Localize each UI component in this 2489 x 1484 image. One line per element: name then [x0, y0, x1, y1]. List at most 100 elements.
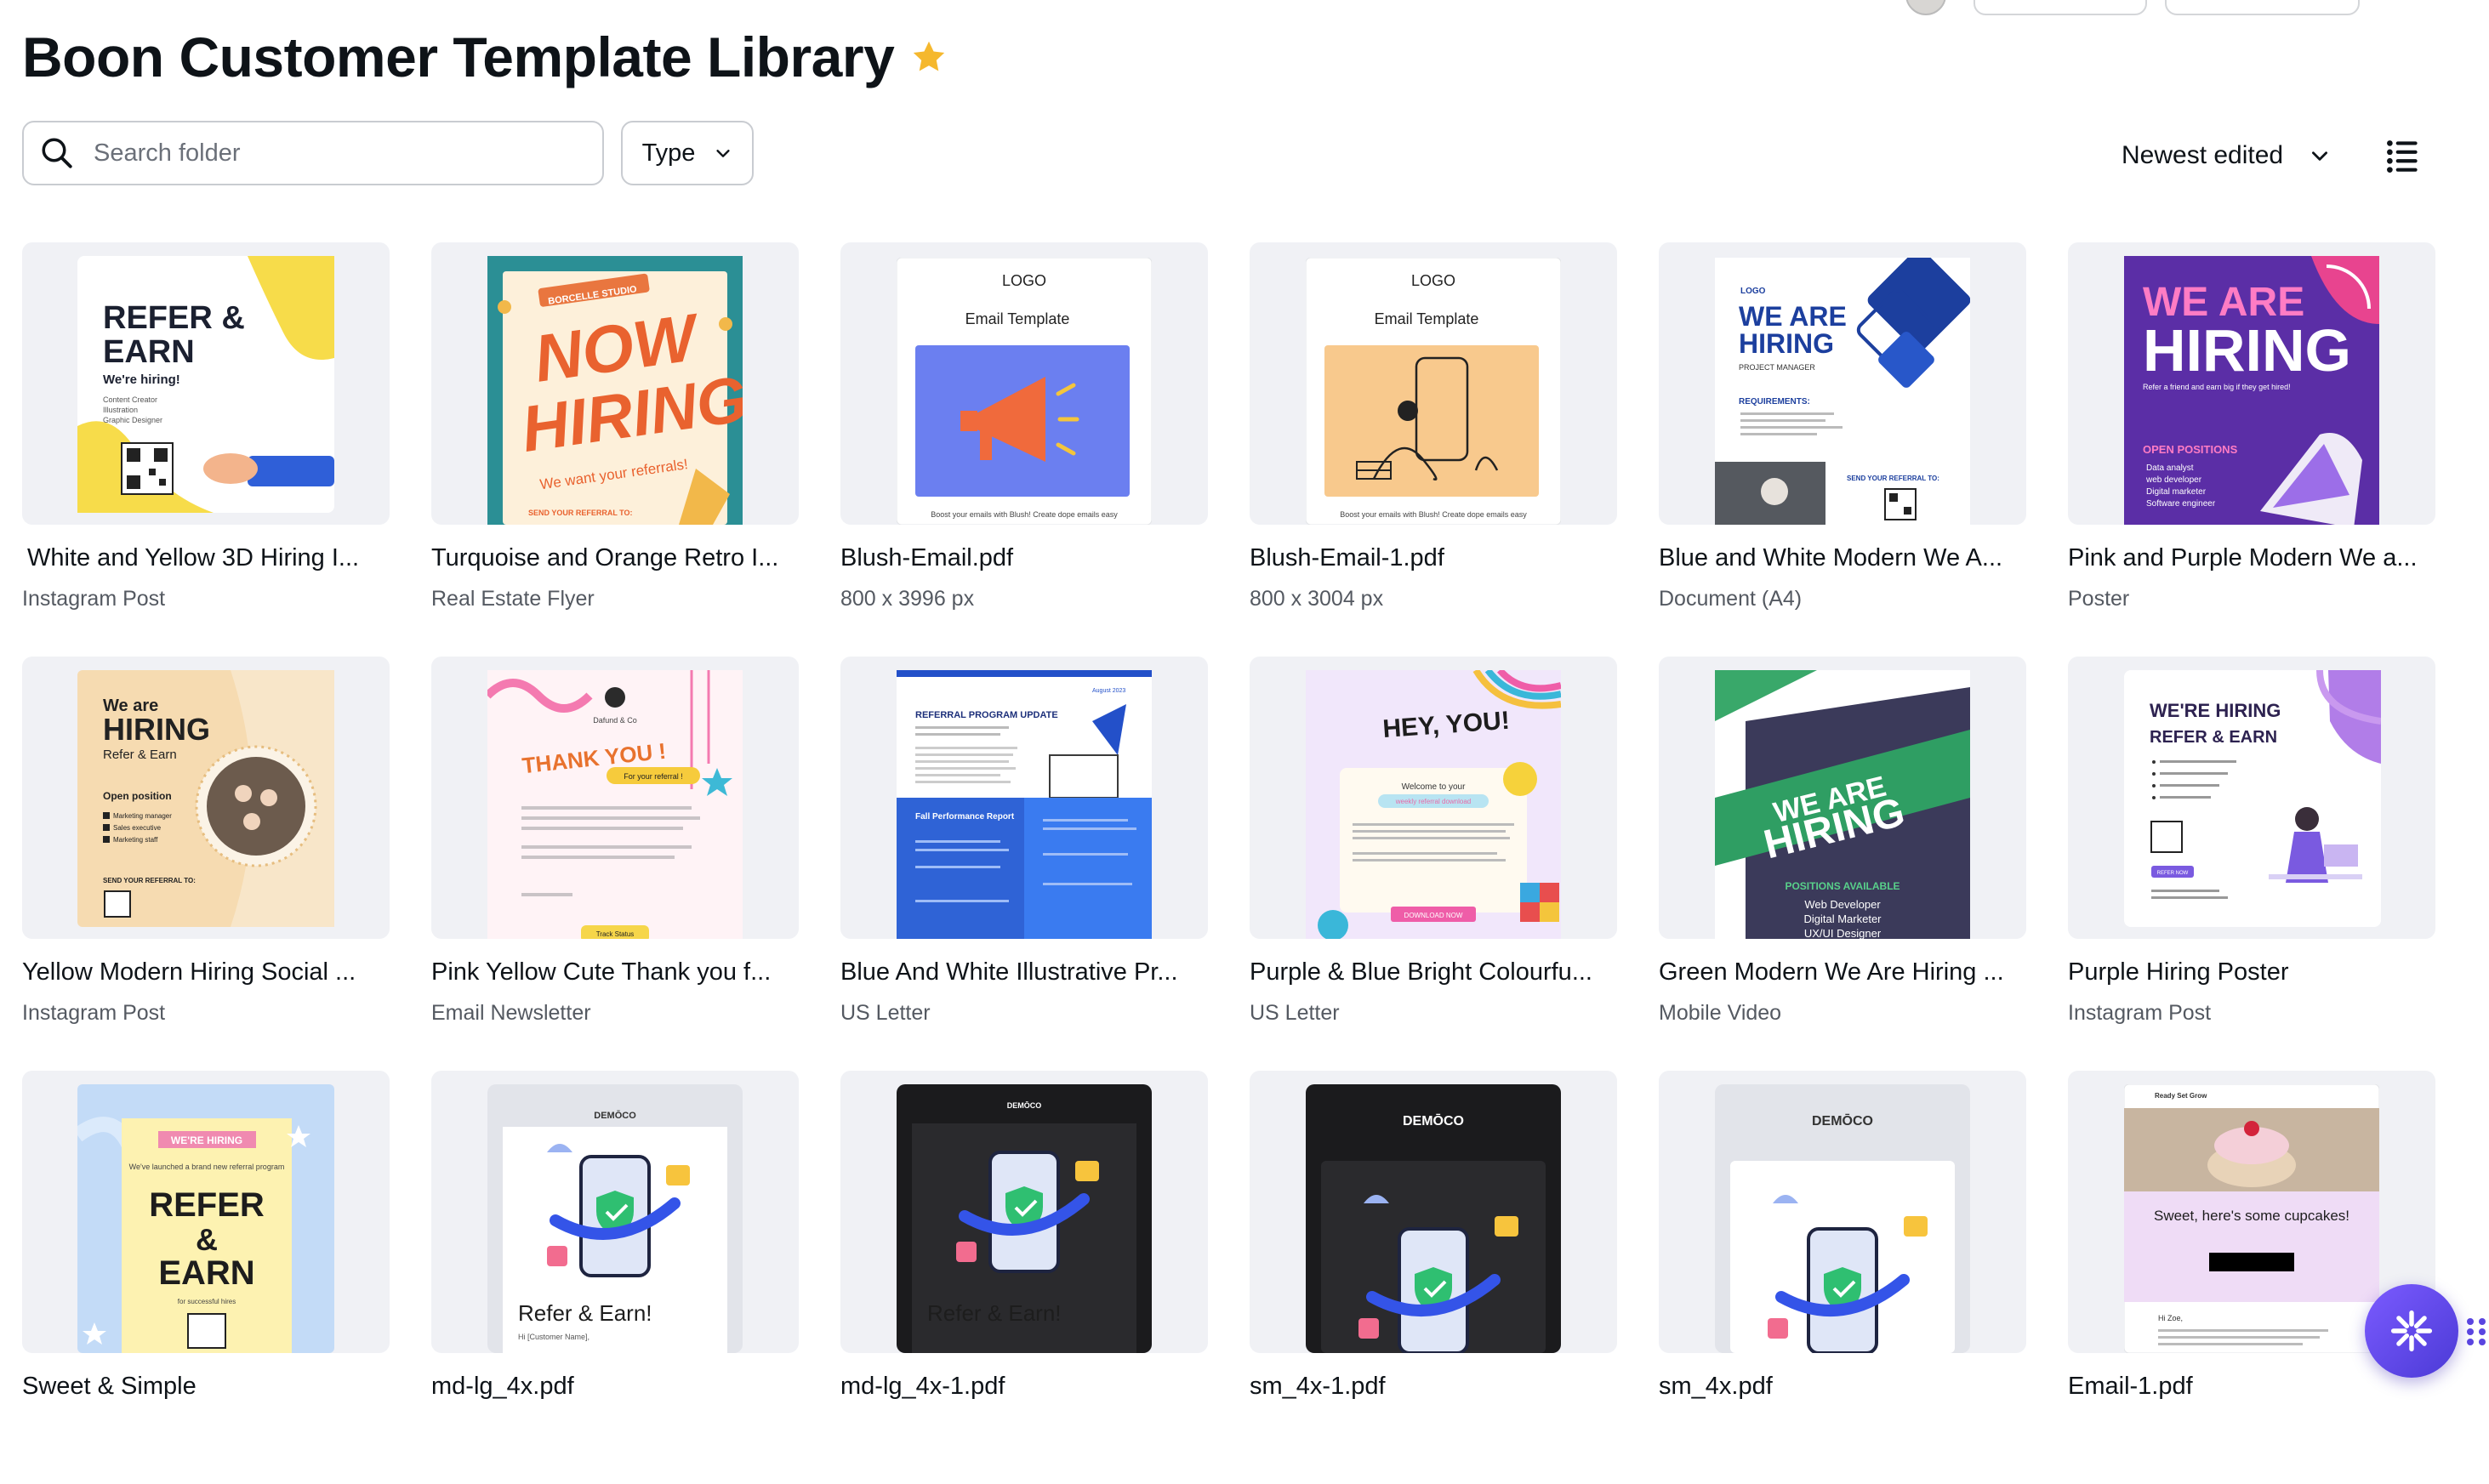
template-name[interactable]: Green Modern We Are Hiring ...: [1659, 958, 2004, 986]
template-card[interactable]: LOGO Email Template Boost your emails wi…: [840, 242, 1208, 656]
thumb-text: EARN: [103, 334, 195, 370]
template-name[interactable]: md-lg_4x.pdf: [431, 1373, 574, 1401]
create-button[interactable]: [2165, 0, 2360, 15]
thumb-text: REFER & EARN: [2150, 728, 2277, 747]
thumb-text: DOWNLOAD NOW: [1404, 912, 1463, 919]
template-name[interactable]: Blue and White Modern We A...: [1659, 544, 2002, 572]
template-type: Email Newsletter: [431, 1001, 591, 1025]
list-view-toggle[interactable]: [2382, 134, 2424, 177]
template-type: Instagram Post: [2068, 1001, 2212, 1025]
template-card[interactable]: DEMŌCO sm_4x.pdf: [1659, 1071, 2026, 1484]
template-name[interactable]: sm_4x-1.pdf: [1250, 1373, 1386, 1401]
thumb-text: Boost your emails with Blush! Create dop…: [931, 510, 1118, 519]
template-thumbnail: We are HIRING Refer & Earn Open position…: [22, 657, 390, 939]
thumb-text: EARN: [158, 1254, 254, 1292]
template-card[interactable]: LOGO WE ARE HIRING PROJECT MANAGER REQUI…: [1659, 242, 2026, 656]
template-card[interactable]: Ready Set Grow Sweet, here's some cupcak…: [2068, 1071, 2435, 1484]
share-button[interactable]: [1974, 0, 2147, 15]
template-type: Instagram Post: [22, 1001, 166, 1025]
thumbnail-art: HEY, YOU! Welcome to your weekly referra…: [1306, 670, 1561, 939]
template-card[interactable]: We are HIRING Refer & Earn Open position…: [22, 657, 390, 1070]
template-name[interactable]: Turquoise and Orange Retro I...: [431, 544, 778, 572]
chevron-down-icon: [716, 150, 731, 157]
thumb-text: DEMŌCO: [1403, 1112, 1464, 1129]
thumbnail-art: LOGO Email Template Boost your emails wi…: [1306, 258, 1561, 525]
template-card[interactable]: WE ARE HIRING Refer a friend and earn bi…: [2068, 242, 2435, 656]
thumb-text: REFER &: [103, 300, 245, 336]
template-type: Real Estate Flyer: [431, 587, 595, 611]
search-input[interactable]: [92, 138, 572, 168]
thumb-text: Refer & Earn!: [927, 1300, 1062, 1326]
template-thumbnail: BORCELLE STUDIO NOW HIRING We want your …: [431, 242, 799, 525]
template-name[interactable]: Purple Hiring Poster: [2068, 958, 2289, 986]
template-name[interactable]: Pink Yellow Cute Thank you f...: [431, 958, 771, 986]
template-type: 800 x 3004 px: [1250, 587, 1384, 611]
template-name[interactable]: Blush-Email-1.pdf: [1250, 544, 1444, 572]
template-card[interactable]: DEMŌCO Refer & Earn! Hi [Customer Name],…: [431, 1071, 799, 1484]
type-filter-label: Type: [641, 139, 696, 167]
thumbnail-art: WE'RE HIRING REFER & EARN REFER NOW: [2124, 670, 2381, 927]
template-card[interactable]: REFER & EARN We're hiring! Content Creat…: [22, 242, 390, 656]
thumb-text: weekly referral download: [1395, 798, 1472, 805]
thumbnail-art: REFER & EARN We're hiring! Content Creat…: [77, 256, 334, 513]
sort-dropdown[interactable]: Newest edited: [2110, 128, 2343, 184]
template-type: Document (A4): [1659, 587, 1803, 611]
star-icon[interactable]: [909, 37, 948, 77]
thumb-text: POSITIONS AVAILABLE: [1785, 880, 1900, 892]
template-name[interactable]: Sweet & Simple: [22, 1373, 196, 1401]
template-name[interactable]: md-lg_4x-1.pdf: [840, 1373, 1005, 1401]
thumb-text: Boost your emails with Blush! Create dop…: [1340, 510, 1527, 519]
avatar[interactable]: [1905, 0, 1946, 15]
template-thumbnail: REFER & EARN We're hiring! Content Creat…: [22, 242, 390, 525]
thumb-text: Fall Performance Report: [915, 812, 1015, 822]
template-card[interactable]: HEY, YOU! Welcome to your weekly referra…: [1250, 657, 1617, 1070]
thumb-text: Software engineer: [2146, 499, 2216, 509]
thumb-text: OPEN POSITIONS: [2143, 443, 2238, 456]
thumbnail-art: DEMŌCO: [1306, 1084, 1561, 1353]
template-card[interactable]: August 2023 REFERRAL PROGRAM UPDATE Fall…: [840, 657, 1208, 1070]
template-name[interactable]: Yellow Modern Hiring Social ...: [22, 958, 356, 986]
template-card[interactable]: WE'RE HIRING We've launched a brand new …: [22, 1071, 390, 1484]
template-type: Mobile Video: [1659, 1001, 1782, 1025]
thumb-text: DEMŌCO: [1812, 1112, 1873, 1129]
page-title: Boon Customer Template Library: [22, 26, 895, 88]
template-card[interactable]: BORCELLE STUDIO NOW HIRING We want your …: [431, 242, 799, 656]
thumb-text: Hi Zoe,: [2158, 1314, 2183, 1322]
thumb-text: REFERRAL PROGRAM UPDATE: [915, 710, 1058, 720]
sparkle-icon: [2390, 1310, 2433, 1352]
drag-handle-icon[interactable]: [2463, 1315, 2489, 1349]
thumb-text: Web Developer: [1804, 898, 1881, 911]
thumb-text: We're hiring!: [103, 372, 180, 387]
search-field[interactable]: [22, 121, 604, 185]
template-type: US Letter: [840, 1001, 931, 1025]
template-name[interactable]: sm_4x.pdf: [1659, 1373, 1773, 1401]
thumb-text: Track Status: [596, 930, 635, 938]
template-name[interactable]: Blush-Email.pdf: [840, 544, 1013, 572]
thumbnail-art: WE ARE HIRING POSITIONS AVAILABLE Web De…: [1715, 670, 1970, 939]
thumb-text: Graphic Designer: [103, 416, 162, 424]
template-name[interactable]: Blue And White Illustrative Pr...: [840, 958, 1178, 986]
thumbnail-art: WE ARE HIRING Refer a friend and earn bi…: [2124, 256, 2379, 525]
template-name[interactable]: White and Yellow 3D Hiring I...: [27, 544, 359, 572]
thumb-text: Refer & Earn!: [518, 1300, 652, 1326]
template-card[interactable]: Dafund & Co THANK YOU ! For your referra…: [431, 657, 799, 1070]
template-name[interactable]: Pink and Purple Modern We a...: [2068, 544, 2418, 572]
template-card[interactable]: LOGO Email Template Boost your emails wi…: [1250, 242, 1617, 656]
template-name[interactable]: Email-1.pdf: [2068, 1373, 2193, 1401]
thumb-text: for successful hires: [178, 1298, 236, 1305]
type-filter-button[interactable]: Type: [621, 121, 754, 185]
template-card[interactable]: WE'RE HIRING REFER & EARN REFER NOW Purp…: [2068, 657, 2435, 1070]
thumb-text: HIRING: [1739, 328, 1834, 359]
thumb-text: Refer a friend and earn big if they get …: [2143, 383, 2291, 391]
template-card[interactable]: DEMŌCO sm_4x-1.pdf: [1250, 1071, 1617, 1484]
assistant-button[interactable]: [2365, 1284, 2458, 1378]
thumb-text: PROJECT MANAGER: [1739, 363, 1815, 372]
template-type: 800 x 3996 px: [840, 587, 975, 611]
template-card[interactable]: WE ARE HIRING POSITIONS AVAILABLE Web De…: [1659, 657, 2026, 1070]
thumb-text: SEND YOUR REFERRAL TO:: [1847, 475, 1939, 482]
template-thumbnail: August 2023 REFERRAL PROGRAM UPDATE Fall…: [840, 657, 1208, 939]
thumbnail-art: August 2023 REFERRAL PROGRAM UPDATE Fall…: [897, 670, 1152, 939]
template-card[interactable]: DEMŌCO Refer & Earn! md-lg_4x-1.pdf: [840, 1071, 1208, 1484]
chevron-down-icon: [2312, 151, 2328, 161]
template-name[interactable]: Purple & Blue Bright Colourfu...: [1250, 958, 1592, 986]
